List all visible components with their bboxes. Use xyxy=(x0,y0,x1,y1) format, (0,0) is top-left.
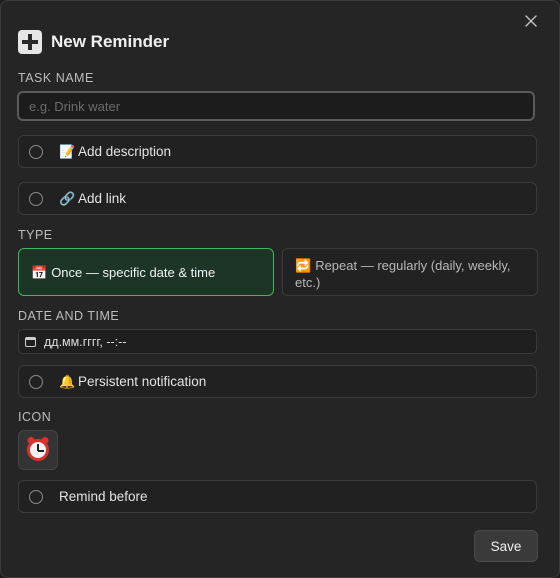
plus-icon xyxy=(18,30,42,54)
add-link-option[interactable]: 🔗 Add link xyxy=(18,182,537,215)
dialog-title: New Reminder xyxy=(51,32,170,51)
remind-before-option[interactable]: Remind before xyxy=(18,480,537,513)
link-icon: 🔗 xyxy=(59,190,76,206)
add-description-option[interactable]: 📝 Add description xyxy=(18,135,537,168)
persistent-notification-label: Persistent notification xyxy=(78,374,207,389)
add-description-radio[interactable] xyxy=(29,144,43,159)
date-time-label: DATE AND TIME xyxy=(18,309,120,323)
dialog-header: New Reminder xyxy=(18,29,169,55)
remind-before-label: Remind before xyxy=(59,489,148,504)
calendar-picker-icon[interactable] xyxy=(25,336,36,347)
bell-icon: 🔔 xyxy=(59,373,76,389)
close-button[interactable] xyxy=(521,11,541,31)
date-time-input[interactable]: дд.мм.гггг, --:-- xyxy=(18,329,537,354)
task-name-input[interactable] xyxy=(17,91,535,121)
persistent-notification-radio[interactable] xyxy=(29,374,43,389)
type-label: TYPE xyxy=(18,228,53,242)
repeat-icon: 🔁 xyxy=(295,258,312,273)
add-link-radio[interactable] xyxy=(29,191,43,206)
add-description-label: Add description xyxy=(78,144,172,159)
memo-icon: 📝 xyxy=(59,143,76,159)
type-repeat-label: Repeat — regularly (daily, weekly, etc.) xyxy=(295,258,511,290)
type-once-option[interactable]: 📅 Once — specific date & time xyxy=(18,248,274,296)
task-name-label: TASK NAME xyxy=(18,71,94,85)
icon-label: ICON xyxy=(18,410,52,424)
remind-before-radio[interactable] xyxy=(29,489,43,504)
type-once-label: Once — specific date & time xyxy=(51,264,216,280)
alarm-clock-icon xyxy=(26,435,50,461)
add-link-label: Add link xyxy=(78,191,127,206)
date-time-value: дд.мм.гггг, --:-- xyxy=(44,334,127,349)
persistent-notification-option[interactable]: 🔔 Persistent notification xyxy=(18,365,537,398)
calendar-icon: 📅 xyxy=(31,264,48,280)
icon-picker-button[interactable] xyxy=(18,430,58,470)
new-reminder-dialog: New Reminder TASK NAME 📝 Add description… xyxy=(0,0,560,578)
close-icon xyxy=(525,15,537,27)
save-button[interactable]: Save xyxy=(474,530,538,562)
type-repeat-option[interactable]: 🔁 Repeat — regularly (daily, weekly, etc.… xyxy=(282,248,538,296)
